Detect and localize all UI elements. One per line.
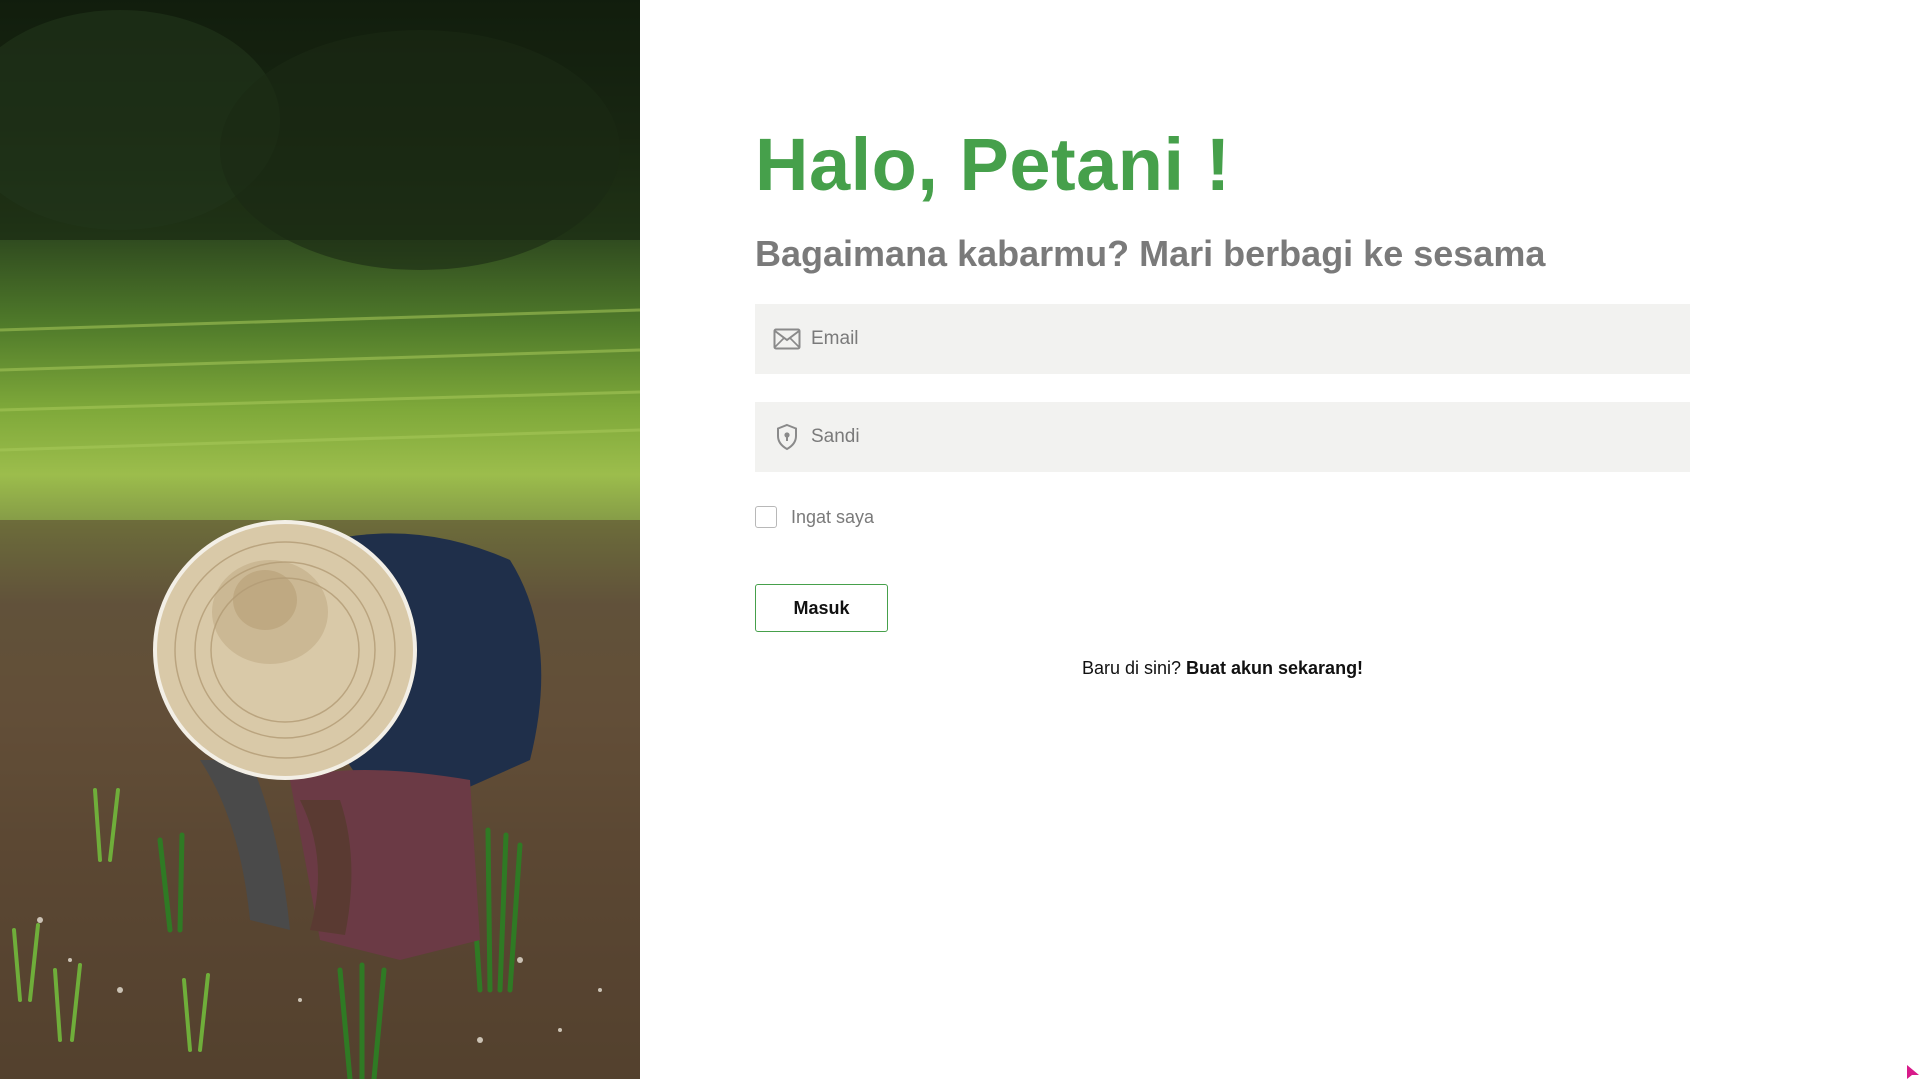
login-page: Halo, Petani ! Bagaimana kabarmu? Mari b…	[0, 0, 1919, 1079]
signup-prompt: Baru di sini? Buat akun sekarang!	[755, 658, 1690, 679]
login-button[interactable]: Masuk	[755, 584, 888, 632]
remember-me-checkbox[interactable]	[755, 506, 777, 528]
remember-me-label[interactable]: Ingat saya	[791, 507, 874, 528]
login-form: Halo, Petani ! Bagaimana kabarmu? Mari b…	[755, 120, 1690, 679]
page-subtitle: Bagaimana kabarmu? Mari berbagi ke sesam…	[755, 233, 1546, 274]
remember-me[interactable]: Ingat saya	[755, 504, 1690, 530]
page-title: Halo, Petani !	[755, 123, 1231, 206]
password-input[interactable]	[809, 406, 1673, 468]
hero-photo	[0, 0, 640, 1079]
farmer-illustration	[0, 0, 640, 1079]
shield-lock-icon	[773, 423, 801, 451]
password-field[interactable]	[755, 402, 1690, 472]
signup-link[interactable]: Buat akun sekarang!	[1186, 658, 1363, 678]
login-panel: Halo, Petani ! Bagaimana kabarmu? Mari b…	[640, 0, 1919, 1079]
signup-prompt-text: Baru di sini?	[1081, 658, 1186, 678]
mouse-cursor-icon	[1907, 1065, 1919, 1079]
envelope-icon	[773, 325, 801, 353]
email-input[interactable]	[809, 308, 1673, 370]
email-field[interactable]	[755, 304, 1690, 374]
